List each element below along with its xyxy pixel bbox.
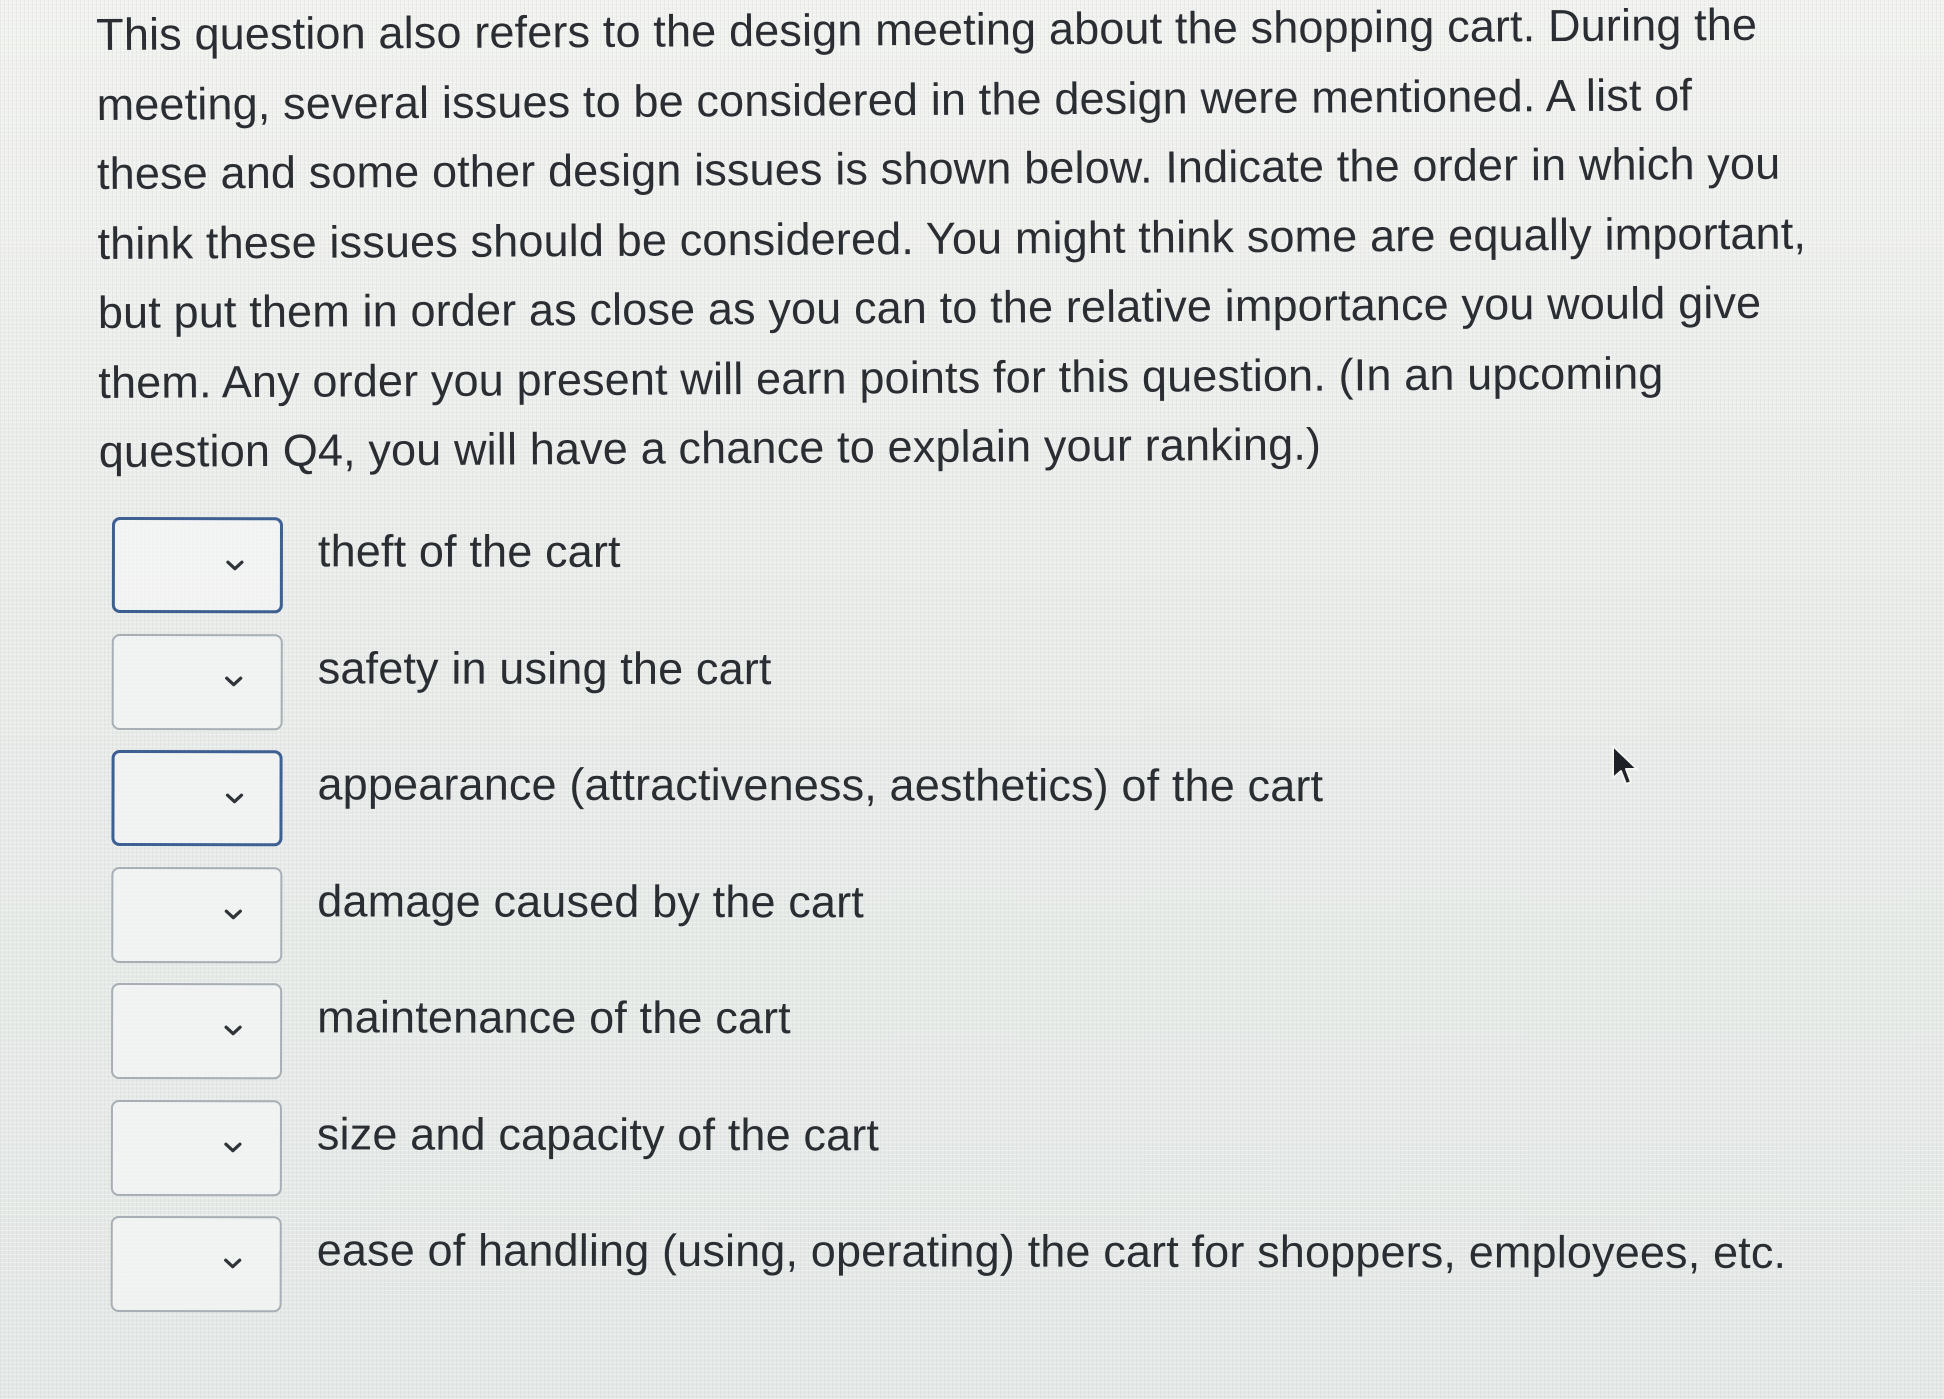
ranking-item-label: damage caused by the cart [317,874,864,927]
chevron-down-icon [221,1251,245,1275]
chevron-down-icon [223,553,247,577]
mouse-pointer-icon [1610,744,1640,788]
rank-select-appearance[interactable] [111,750,283,847]
chevron-down-icon [221,1018,245,1042]
chevron-down-icon [221,902,245,926]
ranking-item-label: theft of the cart [317,525,621,577]
question-text: This question also refers to the design … [96,0,1919,486]
ranking-item-label: appearance (attractiveness, aesthetics) … [317,758,1324,812]
ranking-item-label: safety in using the cart [317,641,772,694]
question-line-7: question Q4, you will have a chance to e… [98,418,1322,477]
ranking-item: theft of the cart [110,517,1910,637]
chevron-down-icon [222,669,246,693]
ranking-item-label: ease of handling (using, operating) the … [316,1224,1787,1278]
rank-select-size-capacity[interactable] [110,1099,282,1196]
question-line-2: meeting, several issues to be considered… [96,68,1693,130]
ranking-item: damage caused by the cart [109,866,1909,986]
question-line-1: This question also refers to the design … [96,0,1758,60]
ranking-item: ease of handling (using, operating) the … [109,1216,1909,1336]
ranking-item-label: maintenance of the cart [317,991,791,1044]
question-line-3: these and some other design issues is sh… [96,137,1781,199]
question-line-5: but put them in order as close as you ca… [97,276,1762,338]
ranking-item-label: size and capacity of the cart [316,1107,880,1160]
ranking-item: maintenance of the cart [109,983,1909,1103]
rank-select-maintenance[interactable] [111,983,283,1080]
chevron-down-icon [221,1135,245,1159]
rank-select-damage[interactable] [111,866,283,963]
question-line-4: think these issues should be considered.… [97,207,1807,269]
rank-select-theft[interactable] [111,517,283,614]
chevron-down-icon [222,786,246,810]
ranking-item: safety in using the cart [110,633,1910,753]
rank-select-safety[interactable] [111,633,283,730]
ranking-list: theft of the cart safety in using the ca… [109,517,1910,1336]
ranking-item: size and capacity of the cart [109,1099,1909,1219]
question-line-6: them. Any order you present will earn po… [98,346,1664,408]
rank-select-ease-of-handling[interactable] [110,1216,282,1313]
